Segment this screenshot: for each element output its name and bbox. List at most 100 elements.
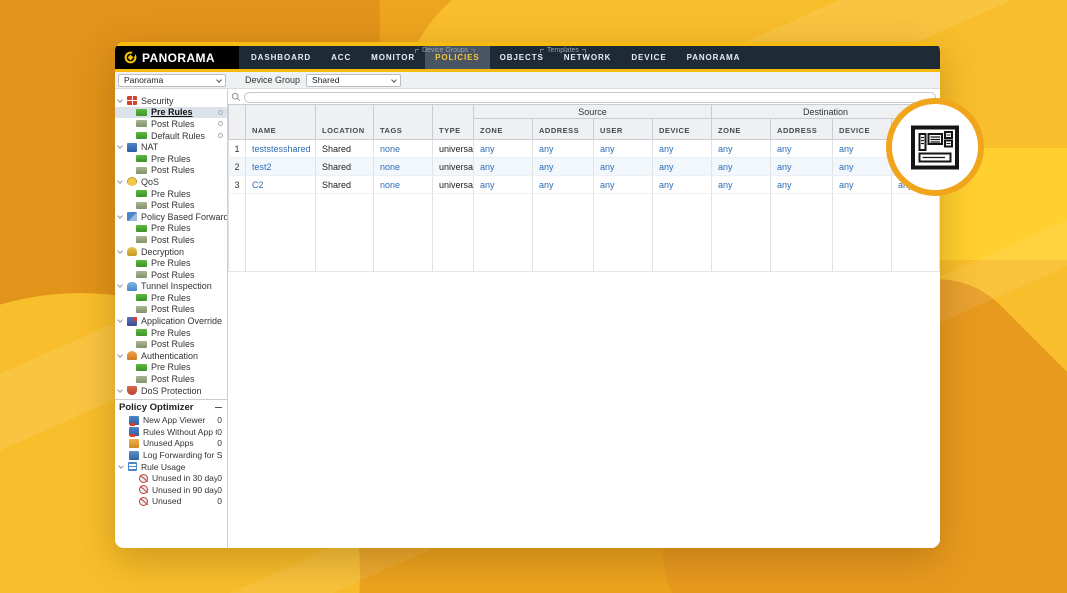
dst-address-link[interactable]: any [770, 175, 834, 194]
sidebar-section-decryption[interactable]: Decryption [115, 246, 227, 258]
src-address-link[interactable]: any [532, 139, 594, 158]
chevron-down-icon[interactable] [117, 247, 123, 254]
sidebar-item-qos-post-rules[interactable]: Post Rules [115, 199, 227, 211]
src-device-link[interactable]: any [651, 139, 713, 158]
src-user-link[interactable]: any [593, 139, 653, 158]
no-symbol-icon [139, 485, 148, 495]
sidebar-section-nat[interactable]: NAT [115, 141, 227, 153]
chevron-down-icon[interactable] [117, 96, 123, 103]
dst-zone-link[interactable]: any [711, 175, 772, 194]
empty-grid-area [228, 193, 940, 272]
logo-text: PANORAMA [142, 50, 215, 65]
dst-zone-link[interactable]: any [711, 157, 772, 176]
chevron-down-icon[interactable] [118, 462, 124, 469]
column-header-type[interactable]: TYPE [432, 104, 474, 140]
dst-device-link[interactable]: any [832, 139, 893, 158]
dst-address-link[interactable]: any [770, 157, 834, 176]
tab-device[interactable]: DEVICE [621, 46, 676, 69]
src-zone-link[interactable]: any [473, 175, 533, 194]
column-header-name[interactable]: NAME [245, 104, 316, 140]
src-address-link[interactable]: any [532, 175, 594, 194]
po-item-rule-usage[interactable]: Rule Usage [115, 461, 227, 473]
minus-icon[interactable] [215, 406, 222, 408]
column-header-dst-address[interactable]: ADDRESS [770, 118, 834, 140]
dst-device-link[interactable]: any [832, 175, 893, 194]
po-item-log-forwarding[interactable]: Log Forwarding for Security Ser [115, 449, 227, 461]
src-user-link[interactable]: any [593, 157, 653, 176]
src-address-link[interactable]: any [532, 157, 594, 176]
chevron-down-icon[interactable] [117, 178, 123, 184]
sidebar-section-dos-protection[interactable]: DoS Protection [115, 385, 227, 397]
sidebar-item-authentication-post-rules[interactable]: Post Rules [115, 373, 227, 385]
sidebar-item-security-pre-rules[interactable]: Pre Rules [115, 106, 227, 119]
po-item-unused-30-days[interactable]: Unused in 30 days 0 [115, 472, 227, 484]
dst-device-link[interactable]: any [832, 157, 893, 176]
sidebar-section-application-override[interactable]: Application Override [115, 315, 227, 327]
po-item-unused-apps[interactable]: Unused Apps 0 [115, 438, 227, 450]
rule-tags-link[interactable]: none [373, 175, 433, 194]
sidebar-section-security[interactable]: Security [115, 95, 227, 107]
search-input[interactable] [244, 91, 936, 103]
src-zone-link[interactable]: any [473, 139, 533, 158]
sidebar-item-appoverride-pre-rules[interactable]: Pre Rules [115, 327, 227, 339]
chevron-down-icon[interactable] [117, 143, 123, 150]
device-group-select[interactable]: Shared [306, 73, 402, 87]
log-forwarding-icon [129, 450, 139, 460]
sidebar-item-authentication-pre-rules[interactable]: Pre Rules [115, 362, 227, 374]
rule-tags-link[interactable]: none [373, 139, 433, 158]
column-header-tags[interactable]: TAGS [373, 104, 433, 140]
column-header-src-address[interactable]: ADDRESS [532, 118, 594, 140]
sidebar-item-tunnel-pre-rules[interactable]: Pre Rules [115, 292, 227, 304]
column-header-src-device[interactable]: DEVICE [651, 118, 713, 140]
dst-address-link[interactable]: any [770, 139, 834, 158]
column-header-src-user[interactable]: USER [593, 118, 653, 140]
tab-dashboard[interactable]: DASHBOARD [241, 46, 321, 69]
column-header-src-zone[interactable]: ZONE [473, 118, 533, 140]
sidebar-section-tunnel-inspection[interactable]: Tunnel Inspection [115, 281, 227, 293]
count-badge: 0 [217, 415, 222, 426]
count-badge: 0 [217, 496, 222, 507]
sidebar-section-qos[interactable]: QoS [115, 176, 227, 188]
post-rules-icon [136, 271, 147, 279]
sidebar-item-appoverride-post-rules[interactable]: Post Rules [115, 338, 227, 350]
pre-rules-icon [136, 329, 147, 337]
po-item-new-app-viewer[interactable]: New App Viewer 0 [115, 414, 227, 426]
src-user-link[interactable]: any [593, 175, 653, 194]
policy-optimizer-header: Policy Optimizer [115, 400, 227, 414]
po-item-rules-without-app-controls[interactable]: Rules Without App Controls 0 [115, 426, 227, 438]
chevron-down-icon[interactable] [117, 352, 123, 358]
src-device-link[interactable]: any [651, 157, 713, 176]
column-header-location[interactable]: LOCATION [315, 104, 374, 140]
context-select[interactable]: Panorama [118, 73, 226, 87]
chevron-down-icon[interactable] [117, 317, 123, 323]
tab-panorama[interactable]: PANORAMA [677, 46, 751, 69]
count-badge: 0 [217, 426, 222, 437]
rule-name-link[interactable]: C2 [245, 175, 316, 194]
sidebar-item-decryption-pre-rules[interactable]: Pre Rules [115, 257, 227, 269]
chevron-down-icon[interactable] [117, 282, 123, 289]
column-header-dst-zone[interactable]: ZONE [711, 118, 772, 140]
tab-acc[interactable]: ACC [321, 46, 361, 69]
sidebar-section-policy-based-forwarding[interactable]: Policy Based Forwarding [115, 211, 227, 223]
sidebar-item-pbf-post-rules[interactable]: Post Rules [115, 234, 227, 246]
po-item-unused[interactable]: Unused 0 [115, 496, 227, 508]
rule-tags-link[interactable]: none [373, 157, 433, 176]
rule-name-link[interactable]: teststesshared [245, 139, 316, 158]
sidebar-item-decryption-post-rules[interactable]: Post Rules [115, 269, 227, 281]
sidebar-item-qos-pre-rules[interactable]: Pre Rules [115, 188, 227, 200]
sidebar-item-security-post-rules[interactable]: Post Rules [115, 118, 227, 130]
src-zone-link[interactable]: any [473, 157, 533, 176]
sidebar-item-tunnel-post-rules[interactable]: Post Rules [115, 304, 227, 316]
rule-name-link[interactable]: test2 [245, 157, 316, 176]
dst-zone-link[interactable]: any [711, 139, 772, 158]
sidebar-section-authentication[interactable]: Authentication [115, 350, 227, 362]
po-item-unused-90-days[interactable]: Unused in 90 days 0 [115, 484, 227, 496]
chevron-down-icon[interactable] [117, 386, 123, 393]
sidebar-item-nat-post-rules[interactable]: Post Rules [115, 165, 227, 177]
sidebar-item-pbf-pre-rules[interactable]: Pre Rules [115, 223, 227, 235]
sidebar-item-nat-pre-rules[interactable]: Pre Rules [115, 153, 227, 165]
chevron-down-icon[interactable] [117, 212, 123, 219]
sidebar-item-security-default-rules[interactable]: Default Rules [115, 130, 227, 142]
src-device-link[interactable]: any [651, 175, 713, 194]
column-header-dst-device[interactable]: DEVICE [832, 118, 893, 140]
